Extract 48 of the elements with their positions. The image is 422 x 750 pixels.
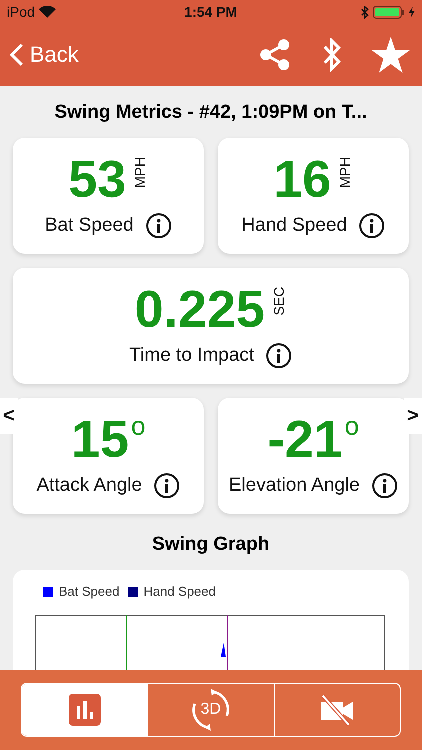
bluetooth-icon <box>361 6 369 18</box>
chevron-left-icon <box>10 43 24 67</box>
unit-label: MPH <box>132 157 148 188</box>
metric-label: Bat Speed <box>45 215 134 237</box>
info-icon <box>359 213 386 239</box>
info-icon <box>146 213 172 239</box>
unit-label: MPH <box>337 157 354 188</box>
wifi-icon <box>39 6 56 18</box>
unit-label: SEC <box>271 287 288 316</box>
star-icon <box>372 37 410 73</box>
favorite-button[interactable] <box>372 37 410 73</box>
view-tab[interactable] <box>22 684 148 736</box>
metric-value: 15 <box>71 413 130 467</box>
legend-label: Bat Speed <box>59 584 120 599</box>
carrier-label: iPod <box>7 4 36 20</box>
info-button[interactable] <box>359 213 386 239</box>
degree-label: o <box>131 413 146 439</box>
metric-label: Elevation Angle <box>229 475 360 497</box>
share-button[interactable] <box>258 38 292 72</box>
bluetooth-icon <box>322 38 342 72</box>
share-icon <box>258 38 292 72</box>
graph-title: Swing Graph <box>151 533 271 557</box>
info-button[interactable] <box>154 473 180 499</box>
metric-value: -21 <box>268 413 343 467</box>
metric-value: 0.225 <box>134 283 266 337</box>
info-button[interactable] <box>372 473 398 499</box>
metric-value: 16 <box>274 153 332 207</box>
bar-chart-icon <box>68 694 101 726</box>
metric-value: 53 <box>68 153 126 207</box>
info-button[interactable] <box>266 343 292 369</box>
charging-icon <box>409 6 415 18</box>
metric-label: Attack Angle <box>36 475 142 497</box>
previous-button[interactable]: < <box>0 398 18 434</box>
info-button[interactable] <box>146 213 172 239</box>
next-button[interactable]: > <box>404 398 422 434</box>
back-button[interactable]: Back <box>10 42 79 68</box>
legend-label: Hand Speed <box>144 584 216 599</box>
status-time: 1:54 PM <box>184 4 238 20</box>
info-icon <box>266 343 292 369</box>
info-icon <box>372 473 398 499</box>
page-title: Swing Metrics - #42, 1:09PM on T... <box>54 101 368 125</box>
metric-label: Time to Impact <box>130 345 254 367</box>
info-icon <box>154 473 180 499</box>
bluetooth-button[interactable] <box>322 38 342 72</box>
degree-label: o <box>344 413 360 439</box>
metric-label: Hand Speed <box>242 215 348 237</box>
battery-icon <box>373 6 405 18</box>
video-off-icon <box>319 694 356 726</box>
